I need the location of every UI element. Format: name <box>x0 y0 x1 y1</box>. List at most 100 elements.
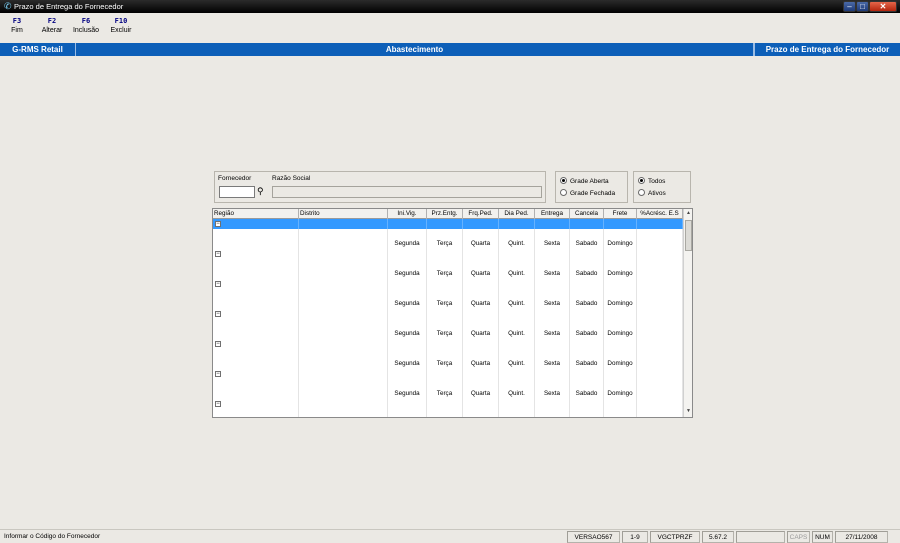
scroll-down-icon[interactable]: ▼ <box>684 407 692 416</box>
group-row[interactable]: − <box>213 399 683 409</box>
grid-cell <box>463 259 499 269</box>
title-bar: ✆ Prazo de Entrega do Fornecedor ‒ □ ✕ <box>0 0 900 13</box>
grid-cell <box>637 389 683 399</box>
group-row[interactable]: − <box>213 309 683 319</box>
todos-radio[interactable]: Todos <box>638 177 665 187</box>
column-header[interactable]: Distrito <box>299 209 388 219</box>
column-header[interactable]: %Acrésc. E.S <box>637 209 683 219</box>
table-row[interactable]: Segunda Terça Quarta Quint. Sexta Sabado Domin… <box>213 329 683 339</box>
vertical-scrollbar[interactable]: ▲ ▼ <box>683 209 692 417</box>
grid-cell <box>463 379 499 389</box>
table-row[interactable] <box>213 259 683 269</box>
prazo-grid[interactable]: Região Distrito Ini.Vig. Prz.Entg. Frq.Ped. D… <box>212 208 693 418</box>
table-row[interactable] <box>213 349 683 359</box>
group-row[interactable]: − <box>213 369 683 379</box>
column-header[interactable]: Prz.Entg. <box>427 209 463 219</box>
grid-cell <box>463 229 499 239</box>
scroll-up-icon[interactable]: ▲ <box>684 209 692 218</box>
column-header[interactable]: Frq.Ped. <box>463 209 499 219</box>
column-header[interactable]: Cancela <box>570 209 604 219</box>
status-build: 5.67.2 <box>702 531 734 543</box>
grid-cell <box>637 359 683 369</box>
column-header[interactable]: Frete <box>604 209 637 219</box>
grid-cell <box>388 229 427 239</box>
grid-cell: Quarta <box>463 269 499 279</box>
column-header[interactable]: Entrega <box>535 209 570 219</box>
column-header[interactable]: Dia Ped. <box>499 209 535 219</box>
table-row[interactable] <box>213 229 683 239</box>
grade-fechada-radio[interactable]: Grade Fechada <box>560 189 615 199</box>
grid-cell <box>499 379 535 389</box>
fornecedor-code-input[interactable] <box>219 186 255 198</box>
grid-cell <box>570 349 604 359</box>
grid-cell <box>535 319 570 329</box>
grid-cell: Quint. <box>499 359 535 369</box>
minimize-button[interactable]: ‒ <box>843 1 856 12</box>
grid-cell: Sexta <box>535 359 570 369</box>
inclusao-button[interactable]: F6 Inclusão <box>70 16 102 36</box>
grid-cell <box>604 409 637 417</box>
ativos-radio[interactable]: Ativos <box>638 189 666 199</box>
group-row[interactable]: − <box>213 339 683 349</box>
grid-cell <box>388 219 427 229</box>
table-row[interactable]: Segunda Terça Quarta Quint. Sexta Sabado Domin… <box>213 239 683 249</box>
grid-cell <box>427 379 463 389</box>
table-row[interactable]: Segunda Terça Quarta Quint. Sexta Sabado Domin… <box>213 359 683 369</box>
grid-cell <box>213 369 299 379</box>
fornecedor-label: Fornecedor <box>218 175 252 182</box>
table-row[interactable] <box>213 289 683 299</box>
group-row[interactable]: − <box>213 279 683 289</box>
fim-button[interactable]: F3 Fim <box>6 16 28 36</box>
grid-cell: Quarta <box>463 359 499 369</box>
close-button[interactable]: ✕ <box>869 1 897 12</box>
excluir-button[interactable]: F10 Excluir <box>106 16 136 36</box>
grid-cell <box>637 329 683 339</box>
grid-cell: Sabado <box>570 239 604 249</box>
maximize-button[interactable]: □ <box>856 1 869 12</box>
grid-cell: Segunda <box>388 239 427 249</box>
grid-cell <box>388 379 427 389</box>
module-name: Abastecimento <box>76 43 754 56</box>
grid-cell <box>604 289 637 299</box>
group-row[interactable]: − <box>213 219 683 229</box>
column-header[interactable]: Ini.Vig. <box>388 209 427 219</box>
table-row[interactable]: Segunda Terça Quarta Quint. Sexta Sabado Domin… <box>213 269 683 279</box>
table-row[interactable] <box>213 319 683 329</box>
column-header[interactable]: Região <box>213 209 299 219</box>
grid-cell: Terça <box>427 359 463 369</box>
grid-cell: Quint. <box>499 299 535 309</box>
scroll-thumb[interactable] <box>685 220 692 251</box>
grid-cell <box>427 289 463 299</box>
grid-cell <box>637 399 683 409</box>
grid-cell <box>499 369 535 379</box>
grid-cell <box>604 219 637 229</box>
grid-cell <box>637 219 683 229</box>
grid-cell: Sexta <box>535 299 570 309</box>
status-bar: Informar o Código do Fornecedor VERSAO56… <box>0 529 900 543</box>
grid-cell: Terça <box>427 299 463 309</box>
grid-cell: Terça <box>427 329 463 339</box>
table-row[interactable]: Segunda Terça Quarta Quint. Sexta Sabado Domin… <box>213 299 683 309</box>
grid-cell: Terça <box>427 389 463 399</box>
grid-cell <box>637 369 683 379</box>
alterar-button[interactable]: F2 Alterar <box>38 16 66 36</box>
grid-cell <box>299 309 388 319</box>
fkey-label: F10 <box>114 17 128 25</box>
group-row[interactable]: − <box>213 249 683 259</box>
grid-cell <box>535 229 570 239</box>
grid-cell: Sabado <box>570 329 604 339</box>
table-row[interactable] <box>213 409 683 417</box>
grid-cell <box>213 359 299 369</box>
table-row[interactable]: Segunda Terça Quarta Quint. Sexta Sabado Domin… <box>213 389 683 399</box>
grid-cell: Sexta <box>535 239 570 249</box>
radio-icon <box>560 189 567 196</box>
grid-cell <box>535 409 570 417</box>
grid-cell <box>299 219 388 229</box>
grade-aberta-radio[interactable]: Grade Aberta <box>560 177 609 187</box>
binoculars-icon[interactable]: ⚲ <box>257 186 264 196</box>
table-row[interactable] <box>213 379 683 389</box>
grid-cell <box>427 249 463 259</box>
grid-cell <box>535 249 570 259</box>
grid-cell <box>213 409 299 417</box>
grid-cell <box>637 409 683 417</box>
